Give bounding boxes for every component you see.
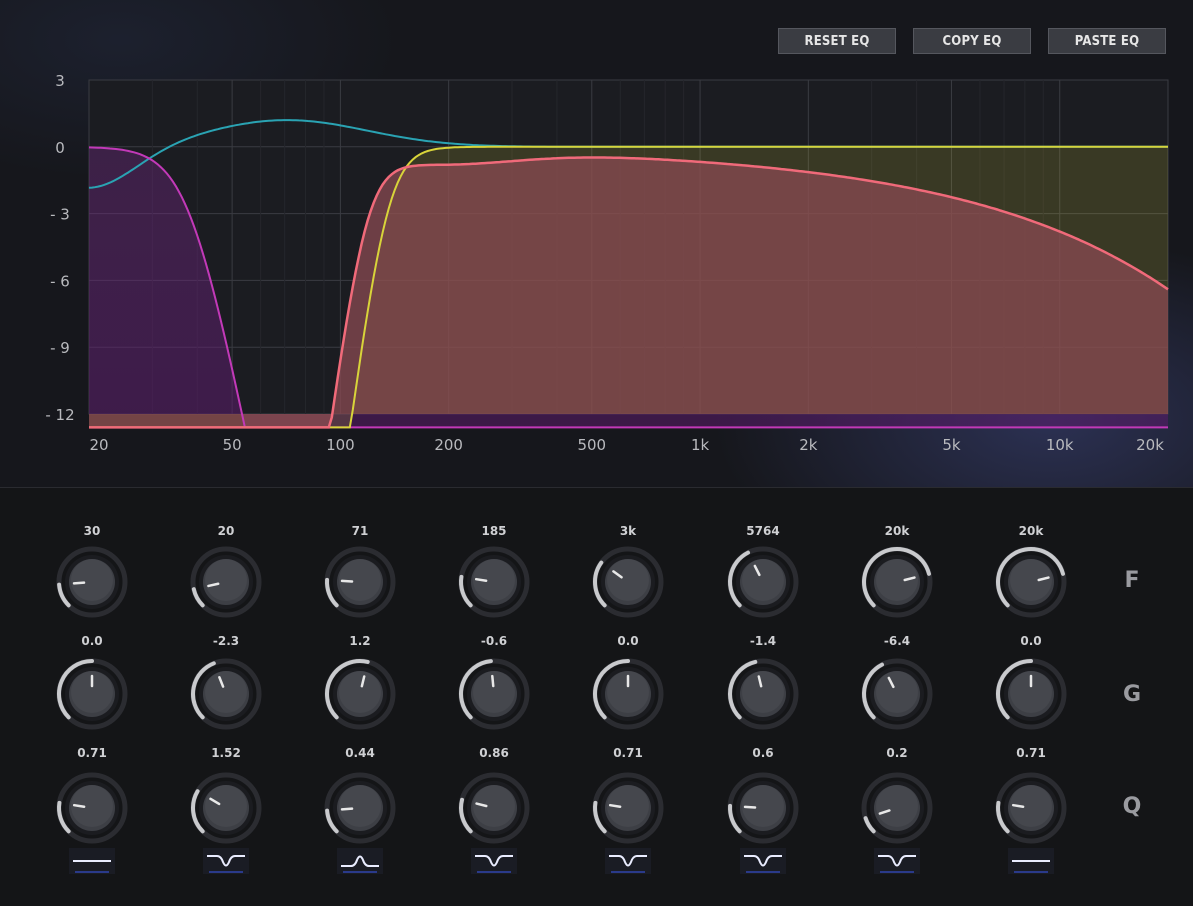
bell-peak-icon[interactable] — [337, 848, 383, 874]
gain-knob[interactable] — [727, 658, 799, 730]
q-value: 0.71 — [1016, 746, 1046, 760]
x-tick-label: 2k — [799, 436, 818, 454]
gain-knob[interactable] — [324, 658, 396, 730]
reset-eq-button[interactable]: RESET EQ — [778, 28, 896, 54]
freq-value: 185 — [481, 524, 507, 538]
gain-row-label: G — [1122, 682, 1142, 707]
freq-value: 30 — [83, 524, 101, 538]
x-tick-label: 10k — [1046, 436, 1074, 454]
x-axis-labels: 20 50 100 200 500 1k 2k 5k 10k 20k — [89, 436, 1164, 454]
freq-value: 5764 — [746, 524, 780, 538]
flat-shelf-icon[interactable] — [1008, 848, 1054, 874]
q-knob[interactable] — [727, 772, 799, 844]
q-knob[interactable] — [324, 772, 396, 844]
q-value: 0.71 — [613, 746, 643, 760]
freq-value: 20 — [217, 524, 235, 538]
q-row-label: Q — [1122, 794, 1142, 819]
copy-eq-button[interactable]: COPY EQ — [913, 28, 1031, 54]
q-knob[interactable] — [190, 772, 262, 844]
gain-value: 1.2 — [349, 634, 371, 648]
freq-knob[interactable] — [995, 546, 1067, 618]
freq-knob[interactable] — [458, 546, 530, 618]
freq-row-label: F — [1124, 568, 1140, 593]
y-tick-label: 0 — [55, 139, 65, 157]
gain-value: 0.0 — [617, 634, 639, 648]
gain-knob[interactable] — [995, 658, 1067, 730]
gain-knob[interactable] — [190, 658, 262, 730]
y-tick-label: - 6 — [50, 272, 70, 290]
q-knob[interactable] — [592, 772, 664, 844]
eq-response-graph[interactable]: 30- 3- 6- 9- 12 20 50 100 200 500 1k 2k 5k 10k 20… — [0, 0, 1193, 487]
x-tick-label: 200 — [434, 436, 463, 454]
q-value: 0.71 — [77, 746, 107, 760]
freq-value: 20k — [884, 524, 910, 538]
x-tick-label: 5k — [942, 436, 961, 454]
y-tick-label: 3 — [55, 72, 65, 90]
notch-icon[interactable] — [740, 848, 786, 874]
y-tick-label: - 12 — [45, 406, 74, 424]
gain-value: 0.0 — [81, 634, 103, 648]
y-tick-label: - 3 — [50, 206, 70, 224]
notch-icon[interactable] — [605, 848, 651, 874]
x-tick-label: 20k — [1136, 436, 1164, 454]
x-tick-label: 20 — [89, 436, 108, 454]
q-knob[interactable] — [995, 772, 1067, 844]
freq-knob[interactable] — [324, 546, 396, 618]
gain-knob[interactable] — [861, 658, 933, 730]
freq-knob[interactable] — [190, 546, 262, 618]
gain-value: 0.0 — [1020, 634, 1042, 648]
x-tick-label: 100 — [326, 436, 355, 454]
eq-graph-panel: 30- 3- 6- 9- 12 20 50 100 200 500 1k 2k 5k 10k 20… — [0, 0, 1193, 488]
gain-value: -1.4 — [749, 634, 777, 648]
gain-value: -2.3 — [212, 634, 240, 648]
notch-icon[interactable] — [874, 848, 920, 874]
freq-knob[interactable] — [861, 546, 933, 618]
x-tick-label: 1k — [691, 436, 710, 454]
q-knob[interactable] — [458, 772, 530, 844]
y-axis-labels: 3 0 - 3 - 6 - 9 - 12 — [45, 72, 74, 424]
gain-knob[interactable] — [592, 658, 664, 730]
q-value: 0.86 — [479, 746, 509, 760]
gain-knob[interactable] — [56, 658, 128, 730]
q-value: 1.52 — [211, 746, 241, 760]
paste-eq-button[interactable]: PASTE EQ — [1048, 28, 1166, 54]
q-value: 0.2 — [886, 746, 908, 760]
q-knob[interactable] — [56, 772, 128, 844]
flat-shelf-icon[interactable] — [69, 848, 115, 874]
notch-icon[interactable] — [471, 848, 517, 874]
gain-knob[interactable] — [458, 658, 530, 730]
freq-knob[interactable] — [56, 546, 128, 618]
freq-knob[interactable] — [592, 546, 664, 618]
y-tick-label: - 9 — [50, 339, 70, 357]
band-controls: 30 0.0 0.71 20 -2.3 1.52 71 1.2 0.44 185… — [0, 488, 1193, 906]
freq-value: 20k — [1018, 524, 1044, 538]
freq-value: 71 — [351, 524, 369, 538]
notch-icon[interactable] — [203, 848, 249, 874]
freq-knob[interactable] — [727, 546, 799, 618]
q-value: 0.6 — [752, 746, 774, 760]
q-value: 0.44 — [345, 746, 375, 760]
gain-value: -0.6 — [480, 634, 508, 648]
x-tick-label: 50 — [223, 436, 242, 454]
q-knob[interactable] — [861, 772, 933, 844]
freq-value: 3k — [619, 524, 637, 538]
x-tick-label: 500 — [577, 436, 606, 454]
gain-value: -6.4 — [883, 634, 911, 648]
